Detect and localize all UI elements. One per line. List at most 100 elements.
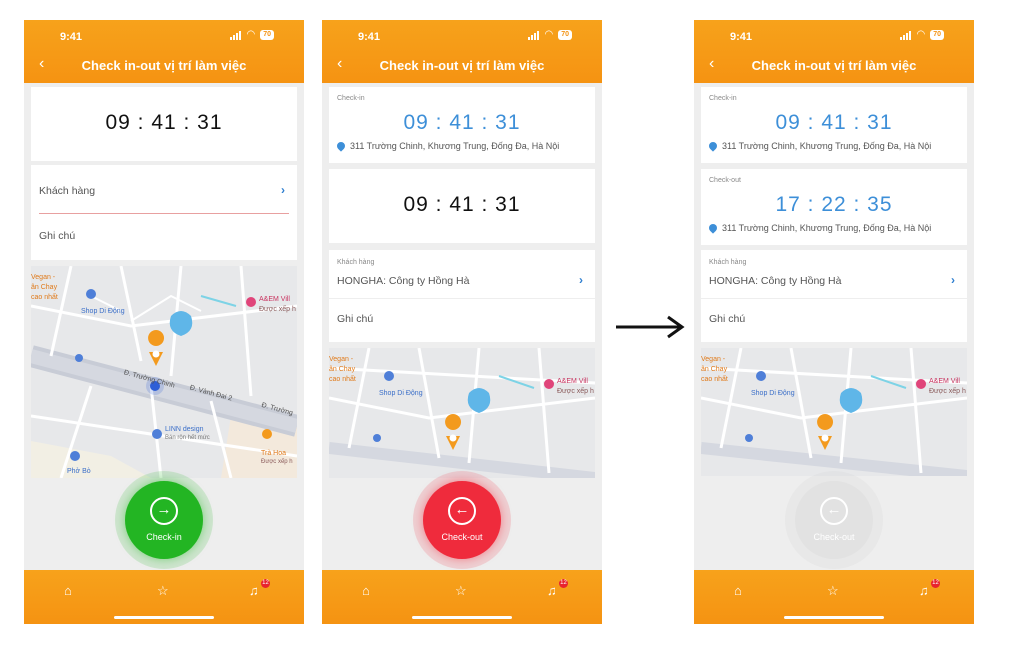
status-time: 9:41: [730, 31, 753, 43]
clock-card: 09 : 41 : 31: [329, 169, 595, 243]
map-label: cao nhất: [701, 376, 728, 383]
wifi-icon: ◠: [246, 29, 256, 40]
home-icon[interactable]: ⌂: [734, 584, 742, 598]
checkin-address-text: 311 Trường Chinh, Khương Trung, Đống Đa,…: [722, 141, 932, 151]
checkin-label: Check-in: [709, 95, 737, 102]
map-label: ân Chay: [701, 366, 728, 373]
signal-icon: [230, 30, 242, 40]
checkout-button[interactable]: ← Check-out: [423, 481, 501, 559]
map-label: cao nhất: [31, 294, 58, 301]
checkin-button[interactable]: → Check-in: [125, 481, 203, 559]
divider: [329, 298, 595, 299]
map-label: ân Chay: [329, 366, 356, 373]
form-card: Khách hàng › Ghi chú: [31, 165, 297, 260]
notification-badge: 12: [559, 579, 568, 588]
home-indicator: [412, 616, 512, 619]
checkin-label: Check-in: [337, 95, 365, 102]
screen-checked-in: 9:41 ◠ 70 ‹ Check in-out vị trí làm việc…: [322, 20, 602, 624]
map-label: Shop Di Động: [379, 390, 423, 397]
header: 9:41 ◠ 70 ‹ Check in-out vị trí làm việc: [694, 20, 974, 83]
checkin-card: Check-in 09 : 41 : 31 311 Trường Chinh, …: [701, 87, 967, 163]
checkin-button-label: Check-in: [146, 532, 182, 542]
map-label: A&EM Vill: [557, 378, 588, 385]
divider: [701, 298, 967, 299]
location-pin-icon: [335, 140, 347, 152]
map-label: A&EM Vill: [259, 296, 290, 303]
signal-icon: [900, 30, 912, 40]
map-label: Trà Hoa: [261, 450, 287, 457]
map-view[interactable]: Vegan - ân Chay cao nhất Shop Di Động A&…: [329, 348, 595, 478]
map-label: Được xếp h: [259, 306, 296, 313]
map-label: Vegan -: [329, 356, 354, 363]
map-label: Phở Bò: [67, 468, 91, 475]
checkout-label: Check-out: [709, 177, 741, 184]
checkin-time: 09 : 41 : 31: [775, 111, 893, 134]
status-icons: ◠ 70: [230, 30, 274, 40]
checkin-address-text: 311 Trường Chinh, Khương Trung, Đống Đa,…: [350, 141, 560, 151]
flow-arrow-icon: [616, 315, 685, 339]
chevron-right-icon[interactable]: ›: [281, 183, 285, 197]
checkout-button-label: Check-out: [813, 532, 855, 542]
chevron-right-icon[interactable]: ›: [951, 273, 955, 287]
map-label: cao nhất: [329, 376, 356, 383]
map-roads: [701, 348, 967, 476]
battery-icon: 70: [260, 30, 274, 40]
bottom-nav: ⌂ ☆ ♫ 12: [322, 570, 602, 624]
map-label: Được xếp h: [261, 459, 293, 465]
note-field[interactable]: Ghi chú: [709, 313, 745, 325]
checkout-button-label: Check-out: [441, 532, 483, 542]
chevron-right-icon[interactable]: ›: [579, 273, 583, 287]
map-label: LINN design: [165, 426, 204, 433]
current-time: 09 : 41 : 31: [105, 111, 223, 134]
wifi-icon: ◠: [916, 29, 926, 40]
arrow-right-circle-icon: →: [150, 497, 178, 525]
checkout-time: 17 : 22 : 35: [775, 193, 893, 216]
form-card: Khách hàng HONGHA: Công ty Hồng Hà › Ghi…: [701, 250, 967, 342]
current-time: 09 : 41 : 31: [403, 193, 521, 216]
checkin-card: Check-in 09 : 41 : 31 311 Trường Chinh, …: [329, 87, 595, 163]
checkout-address-text: 311 Trường Chinh, Khương Trung, Đống Đa,…: [722, 223, 932, 233]
home-icon[interactable]: ⌂: [362, 584, 370, 598]
map-label: ân Chay: [31, 284, 58, 291]
page-title: Check in-out vị trí làm việc: [751, 58, 917, 73]
field-underline: [39, 213, 289, 214]
map-label: Vegan -: [31, 274, 56, 281]
home-indicator: [114, 616, 214, 619]
star-icon[interactable]: ☆: [827, 584, 839, 598]
header: 9:41 ◠ 70 ‹ Check in-out vị trí làm việc: [322, 20, 602, 83]
star-icon[interactable]: ☆: [455, 584, 467, 598]
customer-label: Khách hàng: [337, 259, 375, 266]
map-label: A&EM Vill: [929, 378, 960, 385]
customer-field[interactable]: HONGHA: Công ty Hồng Hà: [709, 275, 841, 287]
map-view[interactable]: Vegan - ân Chay cao nhất Shop Di Động A&…: [701, 348, 967, 476]
map-roads: [31, 266, 297, 478]
clock-card: 09 : 41 : 31: [31, 87, 297, 161]
note-field[interactable]: Ghi chú: [39, 230, 75, 242]
checkout-card: Check-out 17 : 22 : 35 311 Trường Chinh,…: [701, 169, 967, 245]
map-label: Bán rộn hết mức: [165, 435, 210, 441]
bottom-nav: ⌂ ☆ ♫ 12: [24, 570, 304, 624]
checkin-time: 09 : 41 : 31: [403, 111, 521, 134]
bell-icon[interactable]: ♫: [919, 584, 929, 598]
map-label: Được xếp h: [929, 388, 966, 395]
arrow-left-circle-icon: ←: [820, 497, 848, 525]
battery-icon: 70: [930, 30, 944, 40]
location-pin-icon: [707, 222, 719, 234]
star-icon[interactable]: ☆: [157, 584, 169, 598]
customer-field[interactable]: Khách hàng: [39, 185, 95, 197]
page-title: Check in-out vị trí làm việc: [379, 58, 545, 73]
map-view[interactable]: Vegan - ân Chay cao nhất Shop Di Động A&…: [31, 266, 297, 478]
page-title: Check in-out vị trí làm việc: [81, 58, 247, 73]
home-icon[interactable]: ⌂: [64, 584, 72, 598]
note-field[interactable]: Ghi chú: [337, 313, 373, 325]
status-icons: ◠ 70: [900, 30, 944, 40]
battery-icon: 70: [558, 30, 572, 40]
map-label: Shop Di Động: [81, 308, 125, 315]
home-indicator: [784, 616, 884, 619]
form-card: Khách hàng HONGHA: Công ty Hồng Hà › Ghi…: [329, 250, 595, 342]
customer-field[interactable]: HONGHA: Công ty Hồng Hà: [337, 275, 469, 287]
location-pin-icon: [707, 140, 719, 152]
map-label: Vegan -: [701, 356, 726, 363]
bell-icon[interactable]: ♫: [249, 584, 259, 598]
bell-icon[interactable]: ♫: [547, 584, 557, 598]
